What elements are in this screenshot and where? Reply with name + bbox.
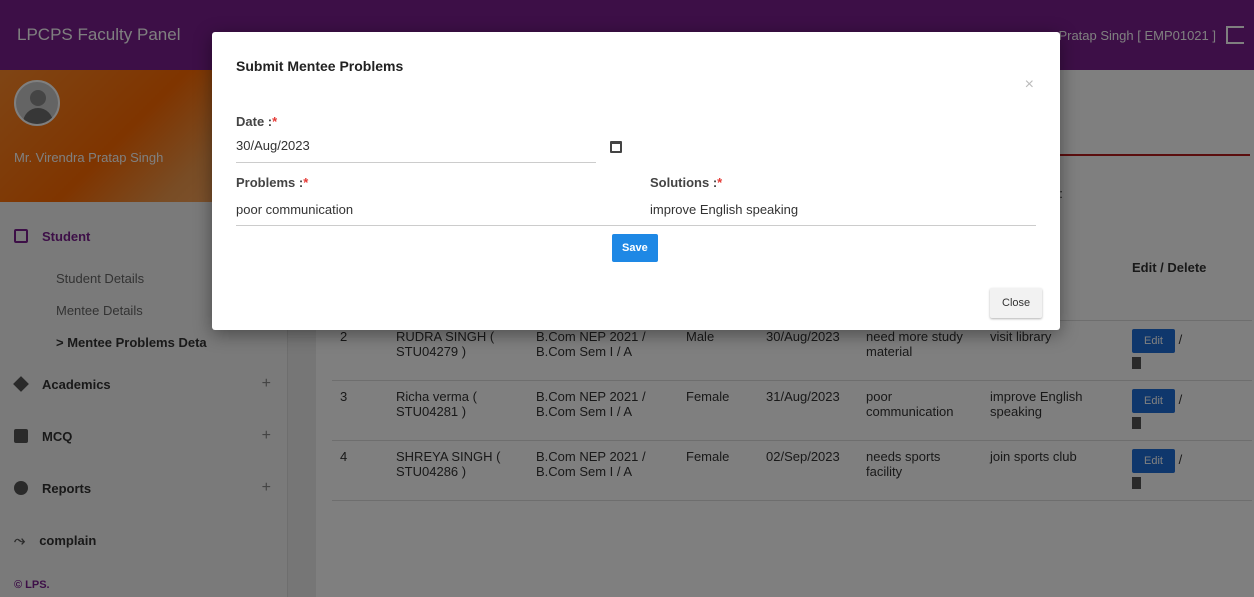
close-icon[interactable]: × <box>1025 76 1034 94</box>
calendar-icon[interactable] <box>610 141 622 153</box>
solutions-field[interactable]: improve English speaking <box>650 202 1036 225</box>
date-field-underline <box>236 162 596 163</box>
solutions-label: Solutions :* <box>650 175 722 190</box>
submit-mentee-problems-modal: Submit Mentee Problems × Date :* 30/Aug/… <box>212 32 1060 330</box>
date-field[interactable]: 30/Aug/2023 <box>236 138 596 161</box>
solutions-label-text: Solutions : <box>650 175 718 190</box>
modal-title: Submit Mentee Problems <box>236 58 404 74</box>
problems-label-text: Problems : <box>236 175 304 190</box>
required-mark: * <box>303 175 309 190</box>
problems-label: Problems :* <box>236 175 308 190</box>
date-label: Date :* <box>236 114 277 129</box>
close-button[interactable]: Close <box>990 288 1043 318</box>
save-button[interactable]: Save <box>612 234 658 262</box>
required-mark: * <box>717 175 723 190</box>
textarea-underline <box>236 225 1036 226</box>
problems-field[interactable]: poor communication <box>236 202 616 225</box>
date-label-text: Date : <box>236 114 273 129</box>
required-mark: * <box>272 114 278 129</box>
